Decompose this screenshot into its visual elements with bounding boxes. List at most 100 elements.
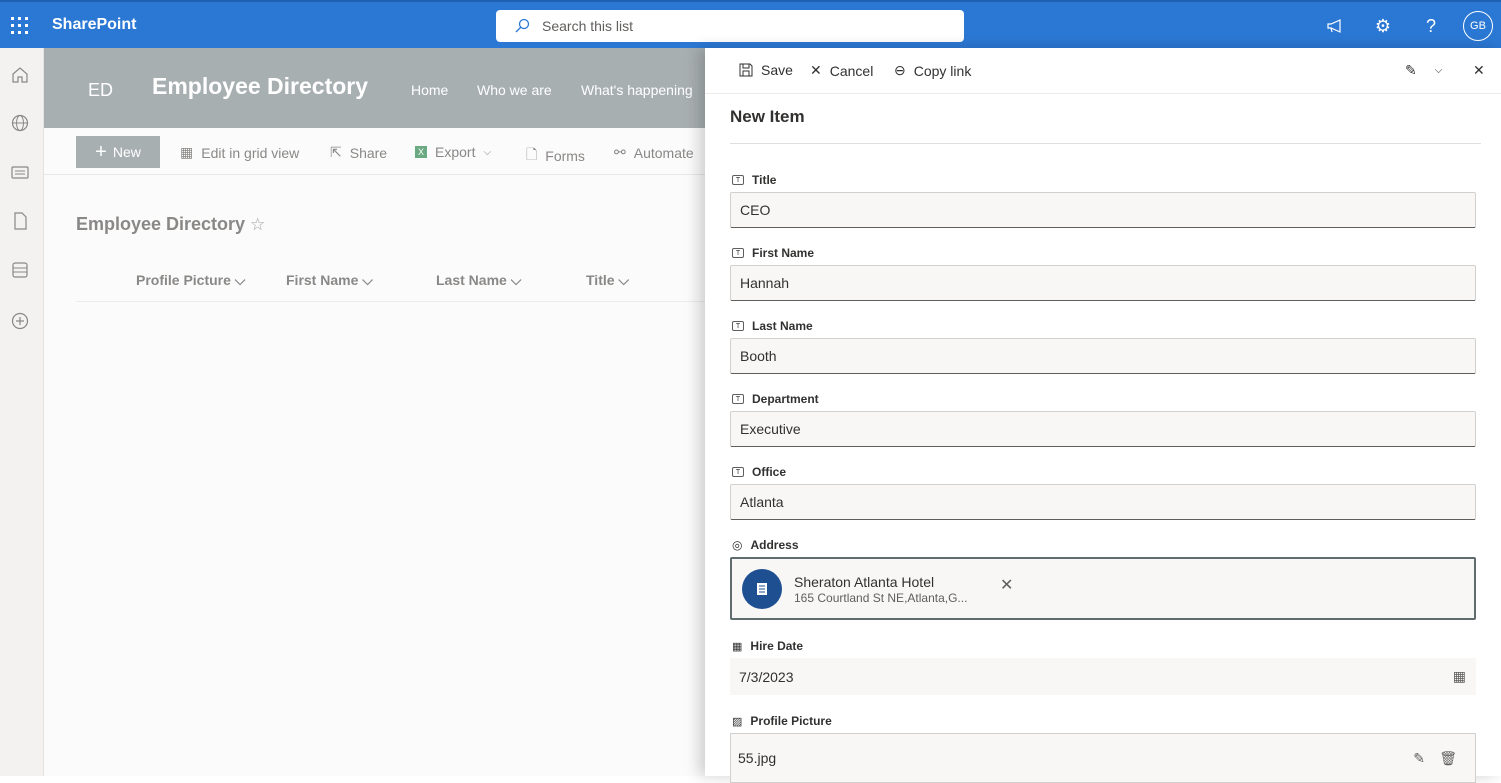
document-icon[interactable] (10, 211, 30, 231)
home-icon[interactable] (10, 65, 30, 85)
text-field-icon: T (732, 394, 744, 404)
field-label-address: ◎Address (732, 538, 799, 552)
edit-form-icon: ✎ (1405, 62, 1417, 79)
field-label-last-name: TLast Name (732, 319, 813, 333)
column-header-first-name[interactable]: First Name ⌵ (286, 272, 373, 289)
field-label-department: TDepartment (732, 392, 819, 406)
remove-address-icon[interactable]: ✕ (1000, 575, 1013, 595)
divider (730, 143, 1481, 144)
search-placeholder: Search this list (542, 18, 633, 34)
app-name[interactable]: SharePoint (52, 16, 136, 34)
site-title[interactable]: Employee Directory (152, 73, 368, 100)
close-panel-button[interactable]: ✕ (1473, 62, 1485, 79)
field-label-first-name: TFirst Name (732, 246, 814, 260)
office-input[interactable]: Atlanta (730, 484, 1476, 520)
star-icon[interactable]: ☆ (250, 215, 265, 235)
profile-picture-filename: 55.jpg (738, 750, 776, 766)
cancel-button[interactable]: ✕ Cancel (810, 62, 873, 79)
first-name-input[interactable]: Hannah (730, 265, 1476, 301)
new-label: New (113, 144, 141, 160)
column-header-profile-picture[interactable]: Profile Picture ⌵ (136, 272, 245, 289)
export-button[interactable]: X Export ⌵ (415, 144, 491, 160)
new-button[interactable]: + New (76, 136, 160, 168)
delete-icon[interactable]: 🗑 (1439, 750, 1457, 767)
search-icon (514, 18, 530, 34)
create-icon[interactable] (10, 311, 30, 331)
save-label: Save (761, 62, 793, 78)
share-icon: ⇱ (330, 144, 342, 161)
text-field-icon: T (732, 321, 744, 331)
new-item-panel: Save ✕Cancel ⊖Copy link ✎⌵ ✕ New Item TT… (705, 48, 1501, 776)
header-divider (76, 301, 705, 302)
hire-date-input[interactable]: 7/3/2023 ▦ (730, 658, 1476, 695)
automate-button[interactable]: ⚯ Automate (614, 144, 694, 161)
cancel-label: Cancel (830, 63, 874, 79)
nav-home[interactable]: Home (411, 82, 448, 98)
search-input[interactable]: Search this list (496, 10, 964, 42)
site-header: ED Employee Directory Home Who we are Wh… (44, 48, 705, 128)
copy-link-button[interactable]: ⊖ Copy link (894, 62, 971, 79)
grid-icon: ▦ (180, 144, 193, 161)
chevron-down-icon: ⌵ (1435, 65, 1443, 76)
department-input[interactable]: Executive (730, 411, 1476, 447)
calendar-icon[interactable]: ▦ (1453, 668, 1466, 685)
hire-date-value: 7/3/2023 (739, 669, 794, 685)
address-name: Sheraton Atlanta Hotel (794, 574, 934, 590)
suite-header: SharePoint Search this list ⚙ ? GB (0, 0, 1501, 48)
share-button[interactable]: ⇱ Share (330, 144, 387, 161)
column-header-title[interactable]: Title ⌵ (586, 272, 629, 289)
last-name-input[interactable]: Booth (730, 338, 1476, 374)
forms-button[interactable]: 🗋Forms (526, 144, 585, 168)
text-field-icon: T (732, 248, 744, 258)
building-icon (742, 569, 782, 609)
app-bar (0, 48, 44, 776)
field-label-office: TOffice (732, 465, 786, 479)
help-icon[interactable]: ? (1407, 16, 1455, 37)
news-icon[interactable] (10, 162, 30, 182)
field-label-profile-picture: ▨Profile Picture (732, 714, 832, 728)
edit-grid-label: Edit in grid view (201, 145, 299, 161)
save-button[interactable]: Save (739, 62, 793, 78)
title-input[interactable]: CEO (730, 192, 1476, 228)
export-label: Export (435, 144, 475, 160)
excel-icon: X (415, 146, 427, 158)
edit-icon[interactable]: ✎ (1413, 750, 1425, 767)
list-icon[interactable] (10, 260, 30, 280)
gear-icon[interactable]: ⚙ (1359, 16, 1407, 37)
save-icon (739, 63, 753, 77)
close-icon: ✕ (1473, 62, 1485, 79)
automate-icon: ⚯ (614, 144, 626, 161)
address-field[interactable]: Sheraton Atlanta Hotel 165 Courtland St … (730, 557, 1476, 620)
list-view: Employee Directory ☆ Profile Picture ⌵ F… (44, 175, 705, 776)
site-logo[interactable]: ED (88, 80, 113, 101)
copy-link-label: Copy link (914, 63, 972, 79)
nav-whats-happening[interactable]: What's happening (581, 82, 693, 98)
plus-icon: + (95, 141, 107, 164)
text-field-icon: T (732, 467, 744, 477)
avatar[interactable]: GB (1463, 11, 1493, 41)
field-label-title: TTitle (732, 173, 776, 187)
field-label-hire-date: ▦Hire Date (732, 639, 803, 653)
text-field-icon: T (732, 175, 744, 185)
app-launcher-icon[interactable] (11, 17, 29, 35)
chevron-down-icon: ⌵ (483, 147, 491, 158)
edit-grid-button[interactable]: ▦ Edit in grid view (180, 144, 299, 161)
link-icon: ⊖ (894, 62, 906, 79)
list-title: Employee Directory (76, 214, 245, 235)
automate-label: Automate (634, 145, 694, 161)
panel-title: New Item (730, 107, 805, 127)
close-icon: ✕ (810, 62, 822, 79)
edit-form-button[interactable]: ✎⌵ (1405, 62, 1442, 79)
share-label: Share (350, 145, 387, 161)
panel-toolbar: Save ✕Cancel ⊖Copy link ✎⌵ ✕ (705, 48, 1501, 94)
nav-who-we-are[interactable]: Who we are (477, 82, 552, 98)
column-header-last-name[interactable]: Last Name ⌵ (436, 272, 521, 289)
globe-icon[interactable] (10, 113, 30, 133)
address-detail: 165 Courtland St NE,Atlanta,G... (794, 591, 967, 605)
command-bar: +New ▦Edit in grid view ⇱Share XExport⌵ … (44, 128, 705, 175)
megaphone-icon[interactable] (1311, 18, 1359, 34)
location-pin-icon: ◎ (732, 538, 742, 552)
form-icon: 🗋 (526, 144, 537, 168)
image-icon: ▨ (732, 715, 742, 728)
calendar-icon: ▦ (732, 640, 742, 653)
